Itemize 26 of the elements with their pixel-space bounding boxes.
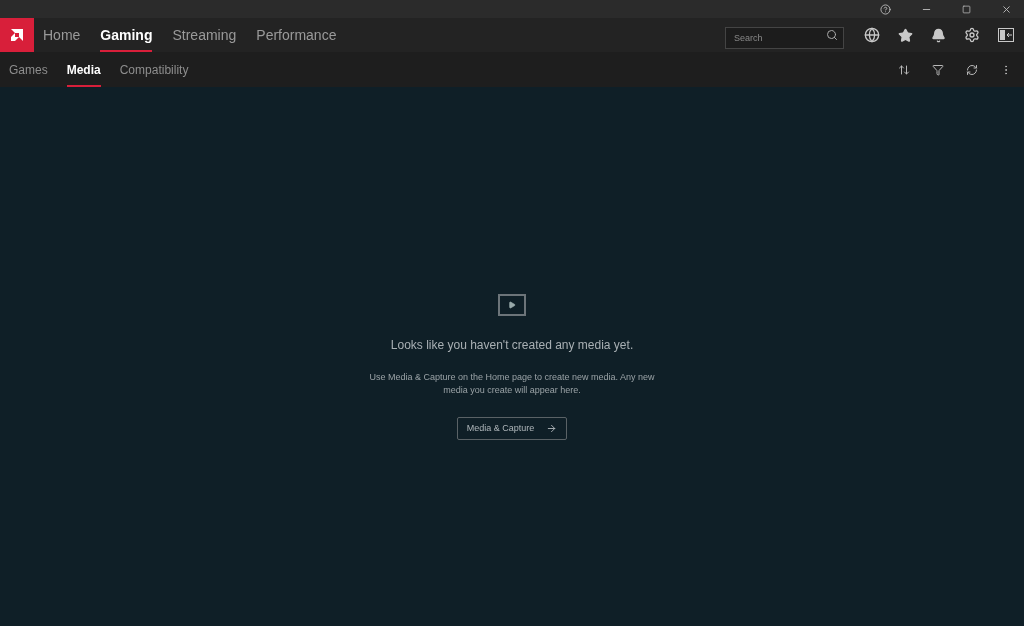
app-logo[interactable]	[0, 18, 34, 52]
help-icon[interactable]	[880, 3, 891, 15]
refresh-icon[interactable]	[966, 63, 978, 76]
sort-icon[interactable]	[898, 63, 910, 76]
bell-icon[interactable]	[931, 27, 946, 43]
filter-icon[interactable]	[932, 63, 944, 76]
settings-icon[interactable]	[964, 27, 980, 43]
globe-icon[interactable]	[864, 27, 880, 43]
main-tab[interactable]: Performance	[256, 18, 337, 52]
sub-tab[interactable]: Games	[9, 52, 48, 87]
media-capture-button[interactable]: Media & Capture	[456, 417, 568, 440]
empty-title: Looks like you haven't created any media yet.	[390, 337, 634, 354]
star-icon[interactable]	[898, 27, 913, 43]
maximize-icon[interactable]	[962, 4, 971, 14]
empty-message: Use Media & Capture on the Home page to create new media. Any new media you create will appear here.	[368, 371, 656, 397]
main-tab[interactable]: Streaming	[172, 18, 237, 52]
arrow-icon	[546, 423, 558, 434]
logo-icon	[8, 26, 26, 44]
search-icon[interactable]	[826, 29, 838, 41]
sub-tab[interactable]: Media	[66, 52, 101, 87]
close-icon[interactable]	[1001, 3, 1012, 15]
main-tab[interactable]: Home	[43, 18, 81, 52]
search-field[interactable]: Search	[725, 27, 844, 49]
panel-icon[interactable]	[998, 28, 1014, 42]
sub-tab[interactable]: Compatibility	[119, 52, 189, 87]
play-icon	[498, 294, 526, 316]
